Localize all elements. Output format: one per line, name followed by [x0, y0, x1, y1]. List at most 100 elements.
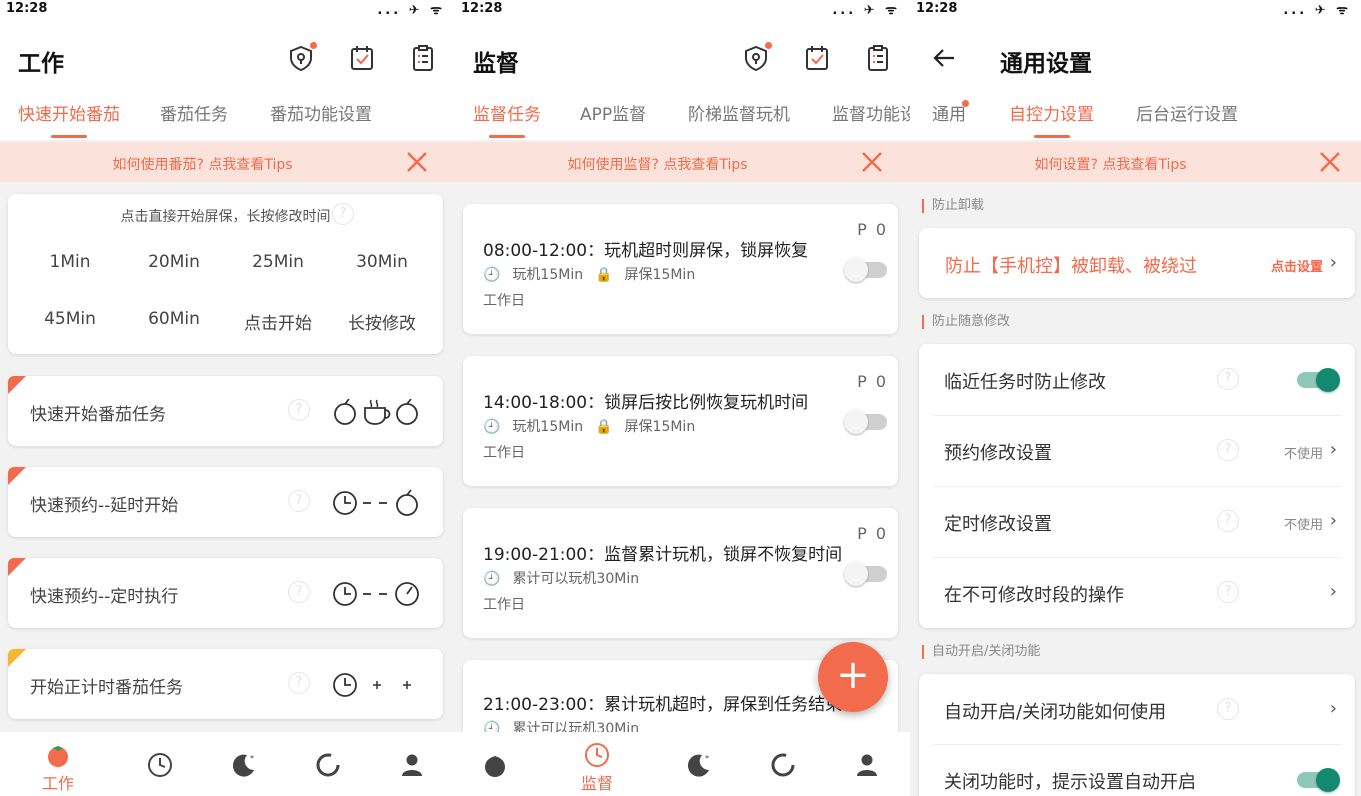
tab-label: 自控力设置: [1009, 105, 1094, 125]
help-icon[interactable]: ?: [332, 203, 354, 225]
close-icon[interactable]: [405, 150, 429, 174]
row-label[interactable]: 自动开启/关闭功能如何使用: [944, 698, 1166, 724]
task-toggle[interactable]: [844, 562, 887, 586]
edit-option[interactable]: 长按修改: [330, 309, 434, 334]
task-meta: 🕘 玩机15Min 🔒 屏保15Min: [483, 416, 707, 436]
time-option[interactable]: 30Min: [330, 252, 434, 272]
notification-dot: [962, 100, 969, 107]
calendar-check-icon[interactable]: [349, 44, 375, 72]
close-icon[interactable]: [860, 150, 884, 174]
time-option[interactable]: 45Min: [18, 309, 122, 329]
row-label[interactable]: 关闭功能时，提示设置自动开启: [944, 768, 1196, 794]
nav-work[interactable]: [465, 752, 525, 782]
time-option[interactable]: 25Min: [226, 252, 330, 272]
time-option[interactable]: 20Min: [122, 252, 226, 272]
shield-lock-icon[interactable]: [743, 44, 769, 72]
clipboard-list-icon[interactable]: [410, 44, 436, 72]
nav-work[interactable]: 工作: [28, 742, 88, 794]
task-card[interactable]: P 0 14:00-18:00：锁屏后按比例恢复玩机时间 🕘 玩机15Min 🔒 屏保…: [463, 356, 898, 486]
tab-background[interactable]: 后台运行设置: [1136, 100, 1238, 125]
time-option[interactable]: 1Min: [18, 252, 122, 272]
quick-row-timed[interactable]: 快速预约--定时执行 ?: [8, 558, 443, 628]
quick-row-countup[interactable]: 开始正计时番茄任务 ?: [8, 649, 443, 719]
task-title: 14:00-18:00：锁屏后按比例恢复玩机时间: [483, 393, 809, 413]
tomato-cup-tomato-icon: [334, 398, 418, 425]
tab-tomato-tasks[interactable]: 番茄任务: [160, 100, 228, 125]
clipboard-list-icon[interactable]: [865, 44, 891, 72]
prevent-uninstall-row[interactable]: 防止【手机控】被卸载、被绕过 点击设置 ›: [919, 228, 1355, 298]
nav-label: 监督: [580, 774, 613, 793]
calendar-check-icon[interactable]: [804, 44, 830, 72]
close-icon[interactable]: [1318, 150, 1342, 174]
time-option[interactable]: 60Min: [122, 309, 226, 329]
tab-label: 监督任务: [473, 105, 541, 125]
tab-self-control[interactable]: 自控力设置: [1009, 100, 1094, 138]
tips-banner[interactable]: 如何使用番茄? 点我查看Tips: [0, 142, 455, 182]
help-icon[interactable]: ?: [1217, 510, 1239, 532]
tab-ladder-supervise[interactable]: 阶梯监督玩机: [688, 100, 790, 125]
task-card[interactable]: P 0 08:00-12:00：玩机超时则屏保，锁屏恢复 🕘 玩机15Min 🔒 屏保…: [463, 204, 898, 334]
corner-flag: [8, 376, 26, 394]
task-toggle[interactable]: [844, 258, 887, 282]
toggle-knob: [1316, 768, 1340, 792]
tab-quick-start[interactable]: 快速开始番茄: [18, 100, 120, 138]
row-label[interactable]: 预约修改设置: [944, 439, 1052, 465]
tips-text[interactable]: 如何使用番茄? 点我查看Tips: [0, 154, 455, 174]
task-meta: 🕘 累计可以玩机30Min: [483, 568, 651, 588]
row-label[interactable]: 在不可修改时段的操作: [944, 581, 1124, 607]
start-option[interactable]: 点击开始: [226, 309, 330, 334]
quick-row-start[interactable]: 快速开始番茄任务 ?: [8, 376, 443, 446]
task-title: 21:00-23:00：累计玩机超时，屏保到任务结束: [483, 695, 843, 715]
auto-reminder-toggle[interactable]: [1297, 768, 1340, 792]
help-icon[interactable]: ?: [288, 581, 310, 603]
task-card[interactable]: P 0 19:00-21:00：监督累计玩机，锁屏不恢复时间 🕘 累计可以玩机30…: [463, 508, 898, 638]
add-task-button[interactable]: +: [818, 642, 888, 712]
help-icon[interactable]: ?: [1217, 439, 1239, 461]
tips-banner[interactable]: 如何设置? 点我查看Tips: [910, 142, 1361, 182]
help-icon[interactable]: ?: [288, 399, 310, 421]
chevron-right-icon: ›: [1329, 510, 1337, 531]
nav-sleep[interactable]: *: [214, 752, 274, 782]
tab-supervise-settings[interactable]: 监督功能设: [832, 100, 910, 125]
quick-row-delay[interactable]: 快速预约--延时开始 ?: [8, 467, 443, 537]
nav-stats[interactable]: [298, 752, 358, 782]
near-task-toggle[interactable]: [1297, 368, 1340, 392]
divider: [933, 744, 1341, 745]
tab-tomato-settings[interactable]: 番茄功能设置: [270, 100, 372, 125]
help-icon[interactable]: ?: [1217, 698, 1239, 720]
row-label: 快速预约--定时执行: [30, 587, 179, 607]
shield-lock-icon[interactable]: [288, 44, 314, 72]
nav-sleep[interactable]: *: [669, 752, 729, 782]
nav-profile[interactable]: [382, 752, 442, 782]
nav-profile[interactable]: [837, 752, 897, 782]
nav-supervise[interactable]: 监督: [567, 742, 627, 794]
clock-icon: 🕘: [483, 571, 501, 587]
tips-banner[interactable]: 如何使用监督? 点我查看Tips: [455, 142, 910, 182]
help-icon[interactable]: ?: [288, 490, 310, 512]
auto-toggle-card: 自动开启/关闭功能如何使用 ? › 关闭功能时，提示设置自动开启: [919, 674, 1355, 796]
row-label[interactable]: 临近任务时防止修改: [944, 368, 1106, 394]
lock-icon: 🔒: [595, 267, 613, 283]
row-label[interactable]: 定时修改设置: [944, 510, 1052, 536]
tab-general[interactable]: 通用: [932, 100, 966, 125]
person-icon: [402, 754, 422, 776]
quick-hint: 点击直接开始屏保，长按修改时间: [120, 209, 331, 225]
tab-supervise-tasks[interactable]: 监督任务: [473, 100, 541, 138]
page-title: 工作: [18, 51, 64, 77]
tab-indicator: [1033, 135, 1070, 138]
help-icon[interactable]: ?: [1217, 581, 1239, 603]
task-toggle[interactable]: [844, 410, 887, 434]
nav-supervise[interactable]: [130, 752, 190, 782]
tips-text[interactable]: 如何设置? 点我查看Tips: [910, 154, 1361, 174]
notification-dot: [765, 42, 772, 49]
tab-app-supervise[interactable]: APP监督: [580, 100, 646, 125]
bottom-nav: 工作 *: [0, 732, 455, 796]
back-arrow-icon[interactable]: [932, 46, 956, 70]
help-icon[interactable]: ?: [288, 672, 310, 694]
tips-text[interactable]: 如何使用监督? 点我查看Tips: [455, 154, 910, 174]
play-limit: 累计可以玩机30Min: [512, 571, 640, 587]
help-icon[interactable]: ?: [1217, 368, 1239, 390]
nav-stats[interactable]: [753, 752, 813, 782]
svg-text:*: *: [705, 754, 709, 763]
tomato-icon: [485, 756, 505, 777]
